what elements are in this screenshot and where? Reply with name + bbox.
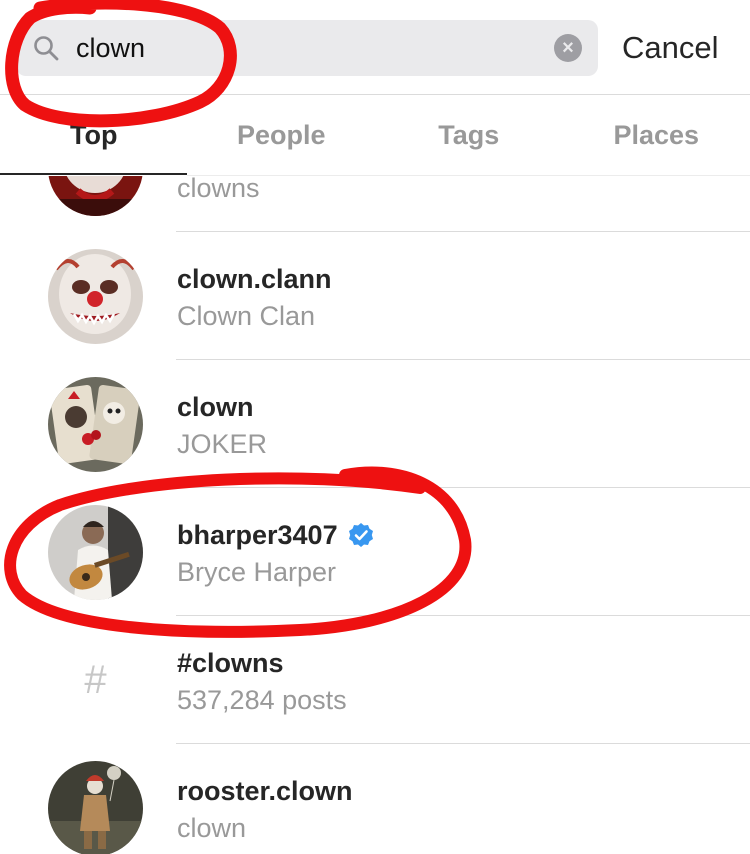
list-item-text: clown.clann Clown Clan [177,262,332,333]
verified-badge-icon [348,523,373,547]
list-item[interactable]: rooster.clown clown [0,744,750,854]
username: bharper3407 [177,518,374,552]
full-name: Clown Clan [177,301,316,331]
guitar-player-avatar-icon [48,505,143,600]
list-item-text: bharper3407 Bryce Harper [177,518,374,589]
full-name: clowns [177,173,260,203]
full-name: JOKER [177,429,268,459]
tab-people[interactable]: People [188,95,376,175]
avatar [48,249,143,344]
avatar [48,505,143,600]
avatar [48,377,143,472]
divider [187,175,750,176]
list-item-text: clown JOKER [177,390,267,461]
search-input[interactable]: clown × [16,20,598,76]
clear-search-icon[interactable]: × [554,34,582,62]
search-screen: clowns clown.clann Clown Clan clown JOKE… [0,0,750,854]
search-tabs: Top People Tags Places [0,95,750,175]
search-query-text[interactable]: clown [76,20,145,76]
hashtag-icon: # [84,658,107,702]
post-count: 537,284 posts [177,685,347,715]
list-item-text: #clowns 537,284 posts [177,646,347,717]
full-name: clown [177,813,247,843]
list-item[interactable]: clown.clann Clown Clan [0,232,750,360]
list-item-text: rooster.clown clown [177,774,353,845]
username: clown.clann [177,264,332,294]
search-results-list: clowns clown.clann Clown Clan clown JOKE… [0,104,750,854]
active-tab-indicator [0,173,187,175]
full-name: Bryce Harper [177,557,337,587]
tab-places[interactable]: Places [563,95,750,175]
tab-tags[interactable]: Tags [375,95,563,175]
list-item[interactable]: # #clowns 537,284 posts [0,616,750,744]
hashtag-name: #clowns [177,648,284,678]
list-item[interactable]: bharper3407 Bryce Harper [0,488,750,616]
username: rooster.clown [177,776,353,806]
username: clown [177,392,254,422]
standing-clown-avatar-icon [48,761,143,854]
cancel-button[interactable]: Cancel [622,20,719,76]
list-item[interactable]: clown JOKER [0,360,750,488]
avatar [48,761,143,854]
username-text: bharper3407 [177,520,338,550]
search-header: clown × Cancel Top People Tags Places [0,0,750,176]
search-icon [34,36,59,61]
joker-card-avatar-icon [48,377,143,472]
tab-top[interactable]: Top [0,95,188,175]
scary-clown-avatar-icon [48,249,143,344]
